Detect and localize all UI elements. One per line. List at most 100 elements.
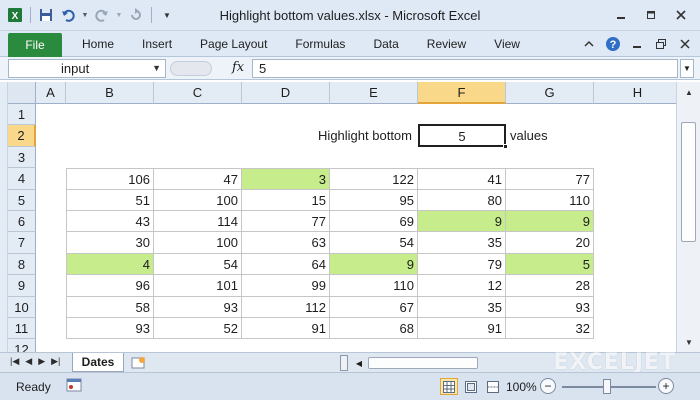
table-cell[interactable]: 5 bbox=[506, 253, 594, 276]
table-cell[interactable]: 93 bbox=[506, 296, 594, 318]
table-cell[interactable]: 122 bbox=[330, 168, 418, 190]
tab-formulas[interactable]: Formulas bbox=[281, 31, 359, 57]
last-sheet-icon[interactable]: ▶| bbox=[51, 356, 60, 367]
column-header-g[interactable]: G bbox=[506, 82, 594, 104]
table-cell[interactable]: 100 bbox=[154, 232, 242, 254]
workbook-minimize-icon[interactable] bbox=[628, 35, 646, 53]
table-cell[interactable]: 69 bbox=[330, 211, 418, 233]
table-cell[interactable]: 32 bbox=[506, 318, 594, 340]
table-cell[interactable]: 68 bbox=[330, 318, 418, 340]
table-cell[interactable]: 52 bbox=[154, 318, 242, 340]
table-cell[interactable]: 54 bbox=[154, 253, 242, 276]
file-tab[interactable]: File bbox=[8, 33, 62, 57]
table-cell[interactable]: 51 bbox=[66, 189, 154, 211]
table-cell[interactable]: 114 bbox=[154, 211, 242, 233]
table-cell[interactable]: 96 bbox=[66, 275, 154, 297]
row-header-9[interactable]: 9 bbox=[8, 275, 36, 297]
macro-record-icon[interactable] bbox=[66, 378, 82, 394]
table-cell[interactable]: 15 bbox=[242, 189, 330, 211]
zoom-in-icon[interactable]: + bbox=[658, 378, 674, 394]
zoom-level[interactable]: 100% bbox=[506, 380, 537, 394]
column-header-d[interactable]: D bbox=[242, 82, 330, 104]
row-header-11[interactable]: 11 bbox=[8, 318, 36, 340]
tab-split-handle[interactable] bbox=[340, 355, 348, 371]
column-header-e[interactable]: E bbox=[330, 82, 418, 104]
normal-view-icon[interactable] bbox=[440, 378, 458, 395]
table-cell[interactable]: 64 bbox=[242, 253, 330, 276]
help-icon[interactable]: ? bbox=[604, 35, 622, 53]
name-box[interactable]: input ▼ bbox=[8, 59, 166, 78]
scroll-down-icon[interactable]: ▼ bbox=[681, 334, 697, 350]
column-header-h[interactable]: H bbox=[594, 82, 676, 104]
row-header-5[interactable]: 5 bbox=[8, 189, 36, 211]
table-cell[interactable]: 101 bbox=[154, 275, 242, 297]
tab-data[interactable]: Data bbox=[359, 31, 412, 57]
table-cell[interactable]: 110 bbox=[506, 189, 594, 211]
table-cell[interactable]: 79 bbox=[418, 253, 506, 276]
row-header-8[interactable]: 8 bbox=[8, 253, 36, 276]
row-header-7[interactable]: 7 bbox=[8, 232, 36, 254]
minimize-ribbon-icon[interactable] bbox=[580, 35, 598, 53]
page-layout-view-icon[interactable] bbox=[462, 378, 480, 395]
insert-sheet-icon[interactable] bbox=[128, 355, 148, 371]
table-cell[interactable]: 28 bbox=[506, 275, 594, 297]
row-header-12[interactable]: 12 bbox=[8, 339, 36, 352]
workbook-restore-icon[interactable] bbox=[652, 35, 670, 53]
table-cell[interactable]: 110 bbox=[330, 275, 418, 297]
table-cell[interactable]: 47 bbox=[154, 168, 242, 190]
table-cell[interactable]: 41 bbox=[418, 168, 506, 190]
table-cell[interactable]: 91 bbox=[418, 318, 506, 340]
table-cell[interactable]: 99 bbox=[242, 275, 330, 297]
sheet-tab-dates[interactable]: Dates bbox=[72, 353, 124, 372]
row-header-10[interactable]: 10 bbox=[8, 296, 36, 318]
tab-home[interactable]: Home bbox=[68, 31, 128, 57]
table-cell[interactable]: 67 bbox=[330, 296, 418, 318]
row-header-3[interactable]: 3 bbox=[8, 146, 36, 169]
formula-bar-resize-handle[interactable] bbox=[170, 61, 212, 76]
row-header-6[interactable]: 6 bbox=[8, 211, 36, 233]
close-icon[interactable] bbox=[668, 6, 694, 24]
page-break-view-icon[interactable] bbox=[484, 378, 502, 395]
table-cell[interactable]: 100 bbox=[154, 189, 242, 211]
vertical-scrollbar[interactable]: ▲ ▼ bbox=[676, 82, 700, 352]
column-header-f[interactable]: F bbox=[418, 82, 506, 104]
table-cell[interactable]: 20 bbox=[506, 232, 594, 254]
table-cell[interactable]: 12 bbox=[418, 275, 506, 297]
zoom-out-icon[interactable]: − bbox=[540, 378, 556, 394]
row-header-1[interactable]: 1 bbox=[8, 104, 36, 126]
scroll-left-icon[interactable]: ◀ bbox=[352, 355, 366, 371]
worksheet-grid[interactable]: A B C D E F G H 1 2 3 4 5 6 7 8 9 10 11 12 Highlight bottom 5… bbox=[0, 82, 676, 352]
zoom-slider-thumb[interactable] bbox=[603, 379, 611, 394]
tab-view[interactable]: View bbox=[480, 31, 534, 57]
row-header-2[interactable]: 2 bbox=[8, 125, 36, 147]
table-cell[interactable]: 63 bbox=[242, 232, 330, 254]
table-cell[interactable]: 9 bbox=[506, 211, 594, 233]
vertical-scroll-thumb[interactable] bbox=[681, 122, 696, 242]
row-header-4[interactable]: 4 bbox=[8, 168, 36, 190]
tab-insert[interactable]: Insert bbox=[128, 31, 186, 57]
table-cell[interactable]: 35 bbox=[418, 296, 506, 318]
workbook-close-icon[interactable] bbox=[676, 35, 694, 53]
minimize-icon[interactable] bbox=[608, 6, 634, 24]
tab-page-layout[interactable]: Page Layout bbox=[186, 31, 281, 57]
column-header-c[interactable]: C bbox=[154, 82, 242, 104]
first-sheet-icon[interactable]: |◀ bbox=[10, 356, 19, 367]
insert-function-icon[interactable]: fx bbox=[232, 60, 244, 75]
formula-input[interactable]: 5 bbox=[252, 59, 678, 78]
select-all-corner[interactable] bbox=[8, 82, 36, 104]
table-cell[interactable]: 77 bbox=[506, 168, 594, 190]
table-cell[interactable]: 54 bbox=[330, 232, 418, 254]
table-cell[interactable]: 35 bbox=[418, 232, 506, 254]
table-cell[interactable]: 91 bbox=[242, 318, 330, 340]
table-cell[interactable]: 95 bbox=[330, 189, 418, 211]
table-cell[interactable]: 80 bbox=[418, 189, 506, 211]
tab-review[interactable]: Review bbox=[413, 31, 480, 57]
prev-sheet-icon[interactable]: ◀ bbox=[25, 356, 32, 367]
restore-icon[interactable] bbox=[638, 6, 664, 24]
table-cell[interactable]: 30 bbox=[66, 232, 154, 254]
scroll-up-icon[interactable]: ▲ bbox=[681, 84, 697, 100]
table-cell[interactable]: 43 bbox=[66, 211, 154, 233]
input-cell-f2[interactable]: 5 bbox=[418, 124, 508, 149]
table-cell[interactable]: 106 bbox=[66, 168, 154, 190]
table-cell[interactable]: 77 bbox=[242, 211, 330, 233]
